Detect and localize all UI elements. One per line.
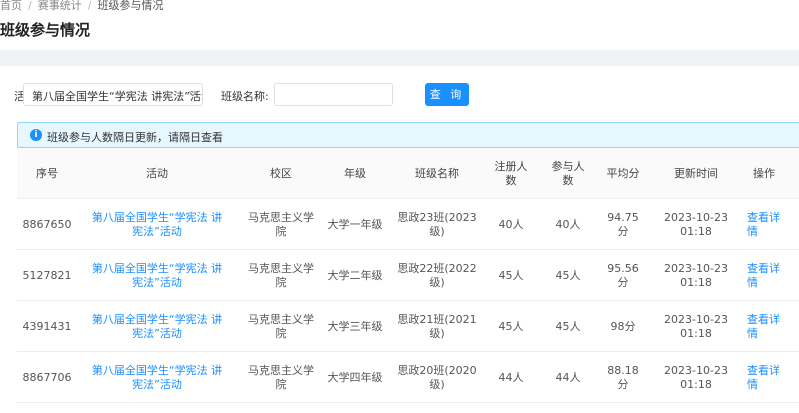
cell-average: 94.75分	[607, 210, 639, 238]
filter-bar: 活 第八届全国学生“学宪法 讲宪法”活动 班级名称: 查 询	[0, 83, 799, 107]
cell-index: 8867706	[22, 370, 72, 384]
cell-class-name: 思政22班(2022级)	[397, 261, 477, 289]
cell-class-name: 思政20班(2020级)	[397, 363, 477, 391]
main-content: 活 第八届全国学生“学宪法 讲宪法”活动 班级名称: 查 询 i 班级参与人数隔…	[0, 66, 799, 413]
cell-index: 5127821	[22, 268, 72, 282]
cell-registered: 40人	[498, 217, 524, 231]
view-details-link[interactable]: 查看详情	[747, 352, 781, 403]
cell-campus: 马克思主义学院	[248, 363, 314, 391]
header-campus: 校区	[270, 166, 292, 180]
cell-updated: 2023-10-23 01:18	[664, 363, 728, 391]
header-registered: 注册人数	[494, 159, 528, 187]
table-row: 8867706 第八届全国学生“学宪法 讲宪法”活动 马克思主义学院 大学四年级…	[17, 352, 799, 403]
breadcrumb: 首页 / 赛事统计 / 班级参与情况	[0, 0, 163, 13]
class-name-input[interactable]	[274, 83, 393, 106]
cell-grade: 大学一年级	[327, 217, 383, 231]
header-average: 平均分	[606, 166, 640, 180]
breadcrumb-stats[interactable]: 赛事统计	[38, 0, 82, 12]
cell-average: 98分	[610, 319, 636, 333]
view-details-link[interactable]: 查看详情	[747, 301, 781, 352]
cell-class-name: 思政23班(2023级)	[397, 210, 477, 238]
activity-link[interactable]: 第八届全国学生“学宪法 讲宪法”活动	[91, 199, 223, 250]
cell-updated: 2023-10-23 01:18	[664, 312, 728, 340]
class-table: 序号 活动 校区 年级 班级名称 注册人数 参与人数 平均分 更新时间 操作 8…	[17, 148, 799, 403]
cell-participants: 44人	[555, 370, 581, 384]
activity-link[interactable]: 第八届全国学生“学宪法 讲宪法”活动	[91, 250, 223, 301]
cell-participants: 40人	[555, 217, 581, 231]
cell-participants: 45人	[555, 268, 581, 282]
cell-class-name: 思政21班(2021级)	[397, 312, 477, 340]
header-index: 序号	[36, 166, 58, 180]
page-header: 首页 / 赛事统计 / 班级参与情况 班级参与情况	[0, 0, 799, 50]
cell-campus: 马克思主义学院	[248, 210, 314, 238]
cell-updated: 2023-10-23 01:18	[664, 261, 728, 289]
header-action: 操作	[753, 166, 775, 180]
class-name-label: 班级名称:	[221, 90, 269, 103]
table-row: 8867650 第八届全国学生“学宪法 讲宪法”活动 马克思主义学院 大学一年级…	[17, 199, 799, 250]
cell-grade: 大学三年级	[327, 319, 383, 333]
cell-registered: 45人	[498, 268, 524, 282]
header-participants: 参与人数	[551, 159, 585, 187]
table-header: 序号 活动 校区 年级 班级名称 注册人数 参与人数 平均分 更新时间 操作	[17, 148, 799, 199]
breadcrumb-separator: /	[28, 0, 32, 12]
header-class-name: 班级名称	[415, 166, 459, 180]
header-updated: 更新时间	[674, 166, 718, 180]
cell-participants: 45人	[555, 319, 581, 333]
table-row: 5127821 第八届全国学生“学宪法 讲宪法”活动 马克思主义学院 大学二年级…	[17, 250, 799, 301]
cell-index: 8867650	[22, 217, 72, 231]
cell-average: 95.56分	[607, 261, 639, 289]
cell-updated: 2023-10-23 01:18	[664, 210, 728, 238]
page-title: 班级参与情况	[0, 21, 91, 39]
cell-average: 88.18分	[607, 363, 639, 391]
header-activity: 活动	[146, 166, 168, 180]
activity-link[interactable]: 第八届全国学生“学宪法 讲宪法”活动	[91, 352, 223, 403]
notice-banner: i 班级参与人数隔日更新，请隔日查看	[17, 122, 799, 148]
cell-grade: 大学四年级	[327, 370, 383, 384]
search-button[interactable]: 查 询	[425, 83, 469, 106]
header-grade: 年级	[344, 166, 366, 180]
activity-select[interactable]: 第八届全国学生“学宪法 讲宪法”活动	[23, 83, 203, 106]
cell-grade: 大学二年级	[327, 268, 383, 282]
cell-index: 4391431	[22, 319, 72, 333]
cell-registered: 44人	[498, 370, 524, 384]
table-row: 4391431 第八届全国学生“学宪法 讲宪法”活动 马克思主义学院 大学三年级…	[17, 301, 799, 352]
cell-campus: 马克思主义学院	[248, 312, 314, 340]
breadcrumb-home[interactable]: 首页	[0, 0, 22, 12]
breadcrumb-separator: /	[87, 0, 92, 12]
cell-registered: 45人	[498, 319, 524, 333]
info-icon: i	[30, 129, 42, 141]
view-details-link[interactable]: 查看详情	[747, 250, 781, 301]
breadcrumb-current: 班级参与情况	[97, 0, 164, 12]
activity-link[interactable]: 第八届全国学生“学宪法 讲宪法”活动	[91, 301, 223, 352]
cell-campus: 马克思主义学院	[248, 261, 314, 289]
notice-text: 班级参与人数隔日更新，请隔日查看	[47, 131, 223, 144]
view-details-link[interactable]: 查看详情	[747, 199, 781, 250]
activity-select-value: 第八届全国学生“学宪法 讲宪法”活动	[32, 90, 203, 103]
